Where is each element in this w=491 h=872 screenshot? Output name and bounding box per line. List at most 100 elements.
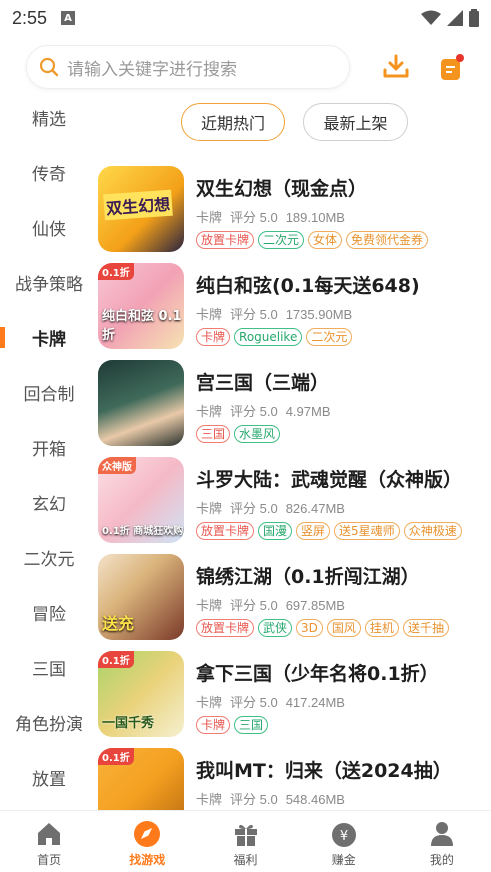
svg-text:¥: ¥	[340, 829, 348, 844]
home-icon	[38, 823, 61, 845]
game-item[interactable]: 众神版 0.1折 商城狂欢购 斗罗大陆：武魂觉醒（众神版） 卡牌 评分 5.0 82…	[98, 449, 491, 546]
game-meta: 卡牌 评分 5.0 417.24MB	[196, 692, 353, 711]
game-tag: 众神极速	[403, 522, 462, 540]
sidebar-item-rpg[interactable]: 角色扮演	[0, 695, 98, 750]
nav-find-games[interactable]: 找游戏	[98, 811, 196, 872]
sidebar-item-xianxia[interactable]: 仙侠	[0, 200, 98, 255]
sidebar-item-box[interactable]: 开箱	[0, 420, 98, 475]
game-tag: 武侠	[258, 619, 293, 637]
message-icon	[441, 54, 464, 80]
discount-badge: 0.1折	[98, 651, 134, 668]
game-cover: 双生幻想	[98, 166, 184, 252]
game-item[interactable]: 宫三国（三端） 卡牌 评分 5.0 4.97MB 三国 水墨风	[98, 352, 491, 449]
game-title: 我叫MT：归来（送2024抽）	[196, 760, 452, 782]
game-tag: 三国	[234, 716, 269, 734]
nav-label: 赚金	[331, 853, 356, 867]
game-tags: 卡牌 Roguelike 二次元	[196, 328, 491, 346]
game-tag: 送千抽	[402, 619, 449, 637]
user-icon	[430, 822, 453, 846]
download-icon	[383, 54, 409, 78]
game-tags: 放置卡牌 国漫 竖屏 送5星魂师 众神极速	[196, 522, 491, 540]
sidebar-item-three-kingdoms[interactable]: 三国	[0, 640, 98, 695]
sidebar-item-turn-based[interactable]: 回合制	[0, 365, 98, 420]
game-cover: 0.1折 一国千秀	[98, 651, 184, 737]
sidebar-item-strategy[interactable]: 战争策略	[0, 255, 98, 310]
sidebar-item-label: 卡牌	[32, 330, 66, 350]
tab-recent-hot[interactable]: 近期热门	[181, 103, 285, 141]
game-tag: 竖屏	[296, 522, 331, 540]
game-meta: 卡牌 评分 5.0 548.46MB	[196, 789, 353, 808]
game-tag: 放置卡牌	[196, 522, 255, 540]
sidebar-item-label: 开箱	[32, 440, 66, 460]
nav-welfare[interactable]: 福利	[196, 811, 294, 872]
download-button[interactable]	[381, 52, 411, 82]
cover-title: 一国千秀	[102, 716, 155, 731]
game-meta: 卡牌 评分 5.0 4.97MB	[196, 401, 339, 420]
sidebar-item-fantasy[interactable]: 玄幻	[0, 475, 98, 530]
game-tags: 卡牌 三国	[196, 716, 491, 734]
sidebar-item-adventure[interactable]: 冒险	[0, 585, 98, 640]
sidebar-item-label: 精选	[32, 110, 66, 130]
tab-newest[interactable]: 最新上架	[303, 103, 408, 141]
game-list: 双生幻想 双生幻想（现金点） 卡牌 评分 5.0 189.10MB 放置卡牌 二次元…	[98, 158, 491, 810]
game-item[interactable]: 送充 锦绣江湖（0.1折闯江湖） 卡牌 评分 5.0 697.85MB 放置卡牌 武…	[98, 546, 491, 643]
coin-bag-icon: ¥	[331, 823, 356, 847]
sidebar-item-label: 放置	[32, 770, 66, 790]
cover-title: 纯白和弦 0.1折	[102, 309, 182, 343]
game-item[interactable]: 0.1折 纯白和弦 0.1折 纯白和弦(0.1每天送648) 卡牌 评分 5.0 1…	[98, 255, 491, 352]
discount-badge: 0.1折	[98, 748, 134, 765]
nav-mine[interactable]: 我的	[393, 811, 491, 872]
game-tag: 二次元	[306, 328, 353, 346]
game-category: 卡牌	[196, 501, 223, 516]
sidebar-item-label: 二次元	[23, 550, 75, 570]
signal-icon	[447, 10, 463, 26]
sidebar-item-label: 仙侠	[32, 220, 66, 240]
sidebar-item-chuanqi[interactable]: 传奇	[0, 145, 98, 200]
game-tags: 三国 水墨风	[196, 425, 491, 443]
game-size: 1735.90MB	[285, 307, 353, 322]
sidebar-item-label: 战争策略	[15, 275, 83, 295]
game-tags: 放置卡牌 二次元 女体 免费领代金券	[196, 231, 491, 249]
game-rating: 评分 5.0	[230, 307, 278, 322]
game-meta: 卡牌 评分 5.0 1735.90MB	[196, 304, 360, 323]
game-size: 697.85MB	[285, 598, 345, 613]
game-tag: 国风	[326, 619, 361, 637]
sidebar-item-anime[interactable]: 二次元	[0, 530, 98, 585]
cover-title: 双生幻想	[103, 189, 173, 221]
game-rating: 评分 5.0	[230, 210, 278, 225]
game-item[interactable]: 0.1折 一国千秀 拿下三国（少年名将0.1折） 卡牌 评分 5.0 417.24M…	[98, 643, 491, 740]
status-app-icon: A	[61, 11, 76, 25]
nav-home[interactable]: 首页	[0, 811, 98, 872]
game-rating: 评分 5.0	[230, 598, 278, 613]
message-button[interactable]	[436, 52, 466, 82]
game-tag: 国漫	[258, 522, 293, 540]
game-meta: 卡牌 评分 5.0 189.10MB	[196, 207, 353, 226]
game-meta: 卡牌 评分 5.0 697.85MB	[196, 595, 353, 614]
game-cover: 0.1折	[98, 748, 184, 810]
sidebar-item-label: 玄幻	[32, 495, 66, 515]
game-tag: 卡牌	[196, 716, 231, 734]
game-size: 826.47MB	[285, 501, 345, 516]
search-input[interactable]: 请输入关键字进行搜索	[26, 45, 350, 89]
game-rating: 评分 5.0	[230, 792, 278, 807]
game-tag: 三国	[196, 425, 231, 443]
game-category: 卡牌	[196, 404, 223, 419]
sidebar-item-card[interactable]: 卡牌	[0, 310, 98, 365]
game-tag: 女体	[308, 231, 343, 249]
game-rating: 评分 5.0	[230, 695, 278, 710]
nav-earn[interactable]: ¥ 赚金	[295, 811, 393, 872]
bottom-nav: 首页 找游戏 福利 ¥ 赚金 我的	[0, 810, 491, 872]
sidebar-item-jingxuan[interactable]: 精选	[0, 90, 98, 145]
gift-icon	[234, 824, 257, 846]
game-category: 卡牌	[196, 598, 223, 613]
game-item[interactable]: 双生幻想 双生幻想（现金点） 卡牌 评分 5.0 189.10MB 放置卡牌 二次元…	[98, 158, 491, 255]
sidebar-item-label: 传奇	[32, 165, 66, 185]
sidebar-item-idle[interactable]: 放置	[0, 750, 98, 805]
game-cover: 0.1折 纯白和弦 0.1折	[98, 263, 184, 349]
game-category: 卡牌	[196, 792, 223, 807]
game-category: 卡牌	[196, 307, 223, 322]
game-item[interactable]: 0.1折 我叫MT：归来（送2024抽） 卡牌 评分 5.0 548.46MB	[98, 740, 491, 810]
game-title: 宫三国（三端）	[196, 372, 330, 394]
search-placeholder: 请输入关键字进行搜索	[67, 59, 237, 80]
status-indicators	[421, 9, 479, 27]
